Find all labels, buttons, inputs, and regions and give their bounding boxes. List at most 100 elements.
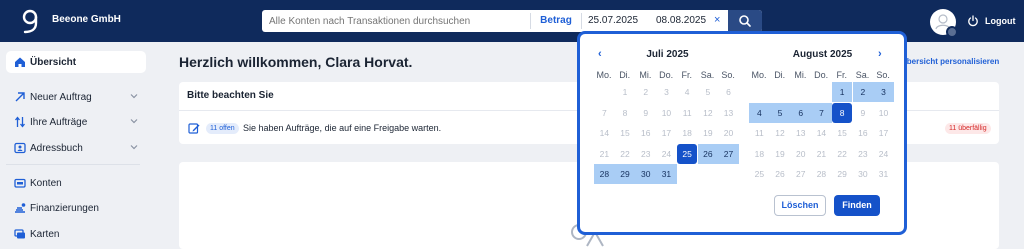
power-icon[interactable] [967, 15, 979, 27]
calendar-day[interactable]: 19 [770, 144, 791, 164]
calendar-day[interactable]: 23 [635, 144, 656, 164]
calendar-day[interactable]: 30 [635, 164, 657, 184]
sidebar-item-neuer-auftrag[interactable]: Neuer Auftrag [6, 86, 146, 108]
calendar-day[interactable]: 17 [656, 123, 677, 143]
calendar-day[interactable]: 21 [594, 144, 615, 164]
calendar-day[interactable]: 15 [615, 123, 636, 143]
weekday-label: Mi. [639, 70, 652, 80]
calendar-day[interactable]: 7 [811, 102, 832, 123]
calendar-day[interactable]: 7 [594, 103, 615, 123]
sidebar-item-konten[interactable]: Konten [6, 172, 146, 194]
weekday-label: So. [721, 70, 735, 80]
calendar-day[interactable]: 9 [853, 103, 874, 123]
search-icon [739, 15, 751, 27]
calendar-day[interactable]: 24 [656, 144, 677, 164]
calendar-day[interactable]: 19 [698, 123, 719, 143]
date-range-picker: ‹ › Juli 2025 August 2025 Mo. Di. Mi. Do. Fr… [577, 31, 907, 235]
find-button[interactable]: Finden [834, 195, 880, 216]
open-count-badge: 11 offen [206, 123, 239, 134]
calendar-day[interactable]: 9 [635, 103, 656, 123]
calendar-day[interactable]: 18 [749, 144, 770, 164]
calendar-day[interactable]: 28 [594, 164, 615, 184]
sidebar-item-label: Adressbuch [30, 143, 83, 154]
calendar-day[interactable]: 27 [790, 164, 811, 184]
clear-dates-icon[interactable]: × [714, 14, 720, 26]
brand-logo-icon[interactable] [20, 9, 40, 35]
calendar-day[interactable]: 4 [677, 82, 698, 102]
sidebar-item-label: Übersicht [30, 57, 77, 68]
calendar-day[interactable]: 6 [790, 102, 812, 123]
chevron-down-icon [130, 119, 138, 124]
calendar-day[interactable]: 20 [718, 123, 739, 143]
calendar-day[interactable]: 13 [790, 123, 811, 143]
sidebar-item-label: Ihre Aufträge [30, 117, 88, 128]
calendar-day[interactable]: 2 [635, 82, 656, 102]
calendar-day[interactable]: 26 [697, 143, 719, 164]
sidebar-item-karten[interactable]: Karten [6, 223, 146, 245]
transfer-arrows-icon [14, 116, 26, 128]
calendar-day[interactable]: 2 [852, 82, 874, 102]
calendar-day[interactable]: 3 [873, 82, 894, 102]
calendar-day[interactable]: 1 [831, 82, 853, 102]
sidebar-item-finanzierungen[interactable]: Finanzierungen [6, 197, 146, 219]
calendar-day[interactable]: 16 [635, 123, 656, 143]
calendar-day[interactable]: 15 [832, 123, 853, 143]
calendar-day[interactable]: 6 [718, 82, 739, 102]
calendar-day[interactable]: 3 [656, 82, 677, 102]
calendar-day[interactable]: 27 [718, 143, 739, 164]
sidebar-item-uebersicht[interactable]: Übersicht [6, 51, 146, 73]
calendar-day[interactable]: 12 [698, 103, 719, 123]
coins-icon [15, 203, 26, 213]
calendar-day[interactable]: 13 [718, 103, 739, 123]
clear-button[interactable]: Löschen [774, 195, 826, 216]
search-input[interactable] [262, 10, 530, 32]
calendar-day[interactable]: 14 [811, 123, 832, 143]
calendar-day[interactable]: 5 [769, 102, 791, 123]
calendar-day[interactable]: 10 [656, 103, 677, 123]
calendar-day[interactable]: 4 [749, 102, 770, 123]
date-to-field[interactable]: 08.08.2025 [656, 15, 706, 26]
weekday-label: Di. [619, 70, 631, 80]
calendar-day[interactable]: 5 [698, 82, 719, 102]
month-title-august: August 2025 [792, 49, 853, 60]
calendar-day[interactable]: 12 [770, 123, 791, 143]
calendar-day[interactable]: 20 [790, 144, 811, 164]
calendar-day[interactable]: 1 [615, 82, 636, 102]
amount-filter-button[interactable]: Betrag [530, 13, 582, 29]
calendar-day[interactable]: 25 [749, 164, 770, 184]
calendar-day[interactable]: 17 [873, 123, 894, 143]
weekday-label: So. [876, 70, 890, 80]
calendar-day[interactable]: 29 [614, 164, 636, 184]
arrow-upright-icon [15, 92, 25, 102]
calendar-day[interactable]: 29 [832, 164, 853, 184]
calendar-day[interactable]: 31 [656, 164, 677, 184]
calendar-day[interactable]: 25 [676, 143, 698, 164]
logout-button[interactable]: Logout [985, 16, 1016, 26]
calendar-day[interactable]: 21 [811, 144, 832, 164]
calendar-day[interactable]: 22 [615, 144, 636, 164]
date-from-field[interactable]: 25.07.2025 [588, 15, 638, 26]
calendar-day[interactable]: 8 [831, 102, 853, 123]
calendar-day[interactable]: 10 [873, 103, 894, 123]
customize-overview-link[interactable]: Übersicht personalisieren [901, 57, 999, 66]
calendar-day[interactable]: 30 [853, 164, 874, 184]
contact-card-icon [14, 142, 26, 154]
sidebar-item-ihre-auftraege[interactable]: Ihre Aufträge [6, 111, 146, 133]
search-button[interactable] [728, 10, 762, 32]
calendar-day[interactable]: 11 [677, 103, 698, 123]
calendar-day[interactable]: 22 [832, 144, 853, 164]
calendar-day[interactable]: 18 [677, 123, 698, 143]
overdue-count-badge: 11 überfällig [945, 123, 991, 134]
calendar-day[interactable]: 14 [594, 123, 615, 143]
calendar-day[interactable]: 11 [749, 123, 770, 143]
calendar-day[interactable]: 28 [811, 164, 832, 184]
calendar-day[interactable]: 8 [615, 103, 636, 123]
calendar-day[interactable]: 24 [873, 144, 894, 164]
settings-badge-icon[interactable] [946, 26, 958, 38]
sidebar-item-adressbuch[interactable]: Adressbuch [6, 137, 146, 159]
calendar-day[interactable]: 16 [853, 123, 874, 143]
calendar-day[interactable]: 23 [853, 144, 874, 164]
calendar-day[interactable]: 26 [770, 164, 791, 184]
pending-approval-link[interactable]: Sie haben Aufträge, die auf eine Freigab… [243, 123, 441, 133]
calendar-day[interactable]: 31 [873, 164, 894, 184]
